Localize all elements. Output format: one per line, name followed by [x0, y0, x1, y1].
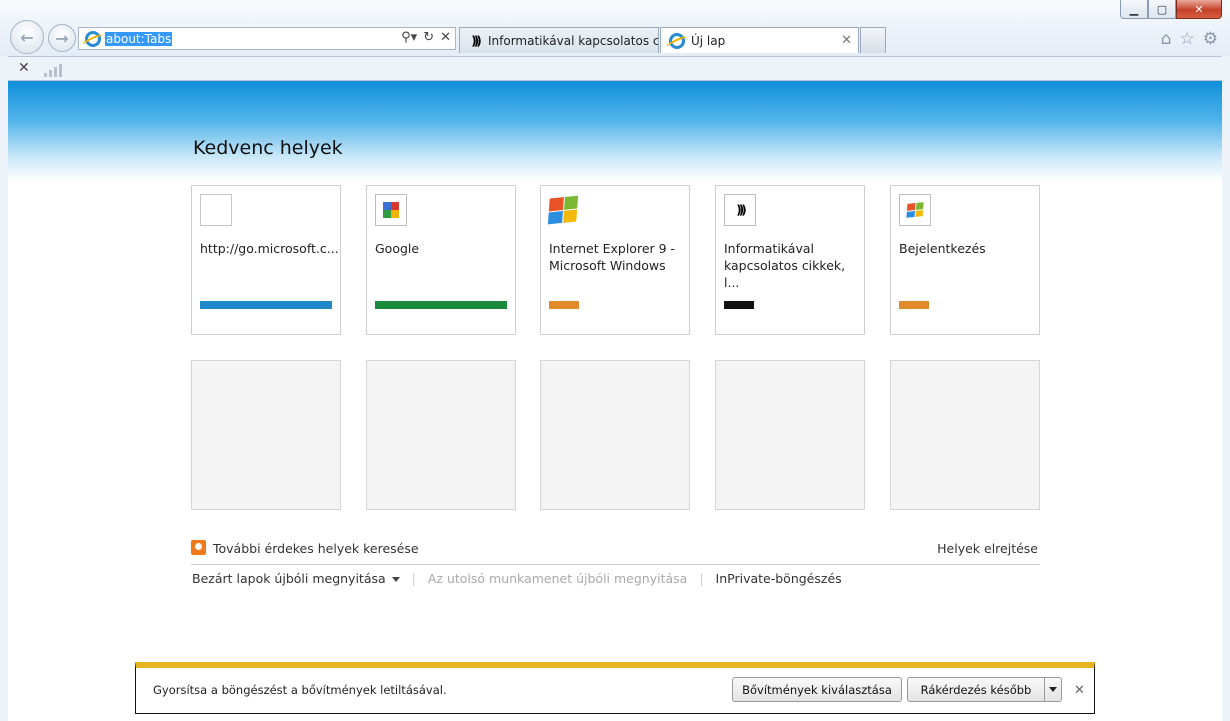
windows-logo-icon	[899, 194, 931, 226]
empty-tile[interactable]	[366, 360, 516, 510]
tab-close-icon[interactable]: ✕	[841, 33, 852, 48]
tab-informatika[interactable]: ))) Informatikával kapcsolatos cik...	[459, 27, 659, 53]
favorite-tile[interactable]: http://go.microsoft.c...	[191, 185, 341, 335]
inprivate-link[interactable]: InPrivate-böngészés	[716, 571, 842, 586]
home-icon[interactable]: ⌂	[1161, 29, 1172, 49]
tile-popularity-bar	[549, 301, 579, 309]
address-text[interactable]: about:Tabs	[105, 31, 173, 46]
notification-message: Gyorsítsa a böngészést a bővítmények let…	[153, 683, 447, 697]
favorite-tile[interactable]: Google	[366, 185, 516, 335]
signal-icon	[44, 63, 62, 77]
page-title: Kedvenc helyek	[193, 137, 343, 159]
favorite-tile[interactable]: ))) Informatikával kapcsolatos cikkek, l…	[715, 185, 865, 335]
window-controls: ▁ ▢ ✕	[1120, 0, 1222, 19]
empty-tile[interactable]	[540, 360, 690, 510]
address-tools: ⚲▾ ↻ ✕	[401, 30, 451, 45]
separator: |	[411, 571, 416, 586]
ask-later-button[interactable]: Rákérdezés később	[907, 677, 1045, 702]
tab-label: Új lap	[691, 33, 726, 48]
search-icon[interactable]: ⚲▾	[401, 30, 417, 45]
back-button[interactable]: ←	[10, 20, 44, 54]
hide-sites-link[interactable]: Helyek elrejtése	[937, 541, 1038, 556]
right-toolbar: ⌂ ☆ ⚙	[1161, 29, 1218, 49]
separator: |	[699, 571, 704, 586]
new-tab-page: Kedvenc helyek http://go.microsoft.c... …	[8, 81, 1222, 721]
reopen-closed-tabs-link[interactable]: Bezárt lapok újbóli megnyitása	[192, 571, 400, 586]
tile-label: Bejelentkezés	[899, 241, 986, 256]
command-strip: ✕	[8, 56, 1222, 81]
close-icon[interactable]: ✕	[1074, 683, 1085, 698]
new-tab-button[interactable]	[860, 27, 886, 53]
ie-icon	[85, 30, 101, 47]
gear-icon[interactable]: ⚙	[1203, 29, 1218, 49]
minimize-icon[interactable]: ▁	[1120, 0, 1148, 19]
ask-later-dropdown[interactable]	[1044, 677, 1062, 702]
close-icon[interactable]: ✕	[1176, 0, 1222, 19]
choose-addons-button[interactable]: Bővítmények kiválasztása	[732, 677, 902, 702]
maximize-icon[interactable]: ▢	[1148, 0, 1176, 19]
google-icon	[375, 194, 407, 226]
favorite-tile[interactable]: Bejelentkezés	[890, 185, 1040, 335]
bottom-links: Bezárt lapok újbóli megnyitása | Az utol…	[192, 571, 842, 586]
tab-new[interactable]: Új lap ✕	[660, 27, 859, 53]
stop-icon[interactable]: ✕	[440, 30, 451, 45]
refresh-icon[interactable]: ↻	[423, 30, 434, 45]
notification-bar: Gyorsítsa a böngészést a bővítmények let…	[135, 662, 1095, 714]
site-logo-icon: )))	[471, 33, 481, 48]
more-sites-link[interactable]: További érdekes helyek keresése	[213, 541, 419, 556]
arrow-right-icon: →	[55, 28, 69, 48]
lightbulb-icon	[191, 540, 206, 555]
tile-label: http://go.microsoft.c...	[200, 241, 339, 256]
tile-label: Google	[375, 241, 420, 256]
more-sites-row: További érdekes helyek keresése Helyek e…	[191, 539, 1040, 565]
empty-tile[interactable]	[715, 360, 865, 510]
close-strip-icon[interactable]: ✕	[18, 60, 30, 76]
empty-tile[interactable]	[890, 360, 1040, 510]
chevron-down-icon	[391, 577, 400, 582]
address-bar[interactable]: about:Tabs ⚲▾ ↻ ✕	[78, 27, 456, 50]
empty-tile[interactable]	[191, 360, 341, 510]
tab-label: Informatikával kapcsolatos cik...	[488, 33, 659, 48]
tile-popularity-bar	[899, 301, 929, 309]
tile-popularity-bar	[375, 301, 507, 309]
ie-icon	[669, 32, 685, 49]
site-logo-icon: )))	[724, 194, 756, 226]
favorites-star-icon[interactable]: ☆	[1180, 29, 1195, 49]
blank-page-icon	[200, 194, 232, 226]
windows-logo-icon	[547, 194, 581, 226]
arrow-left-icon: ←	[20, 27, 34, 47]
tile-label: Informatikával kapcsolatos cikkek, l...	[724, 241, 846, 290]
reopen-session-link: Az utolsó munkamenet újbóli megnyitása	[427, 571, 688, 586]
tile-label: Internet Explorer 9 - Microsoft Windows	[549, 241, 676, 273]
favorite-tile[interactable]: Internet Explorer 9 - Microsoft Windows	[540, 185, 690, 335]
browser-chrome: ▁ ▢ ✕ ← → about:Tabs ⚲▾ ↻ ✕ ))) Informat…	[0, 0, 1230, 56]
tile-popularity-bar	[724, 301, 754, 309]
tile-popularity-bar	[200, 301, 332, 309]
forward-button[interactable]: →	[48, 24, 76, 52]
